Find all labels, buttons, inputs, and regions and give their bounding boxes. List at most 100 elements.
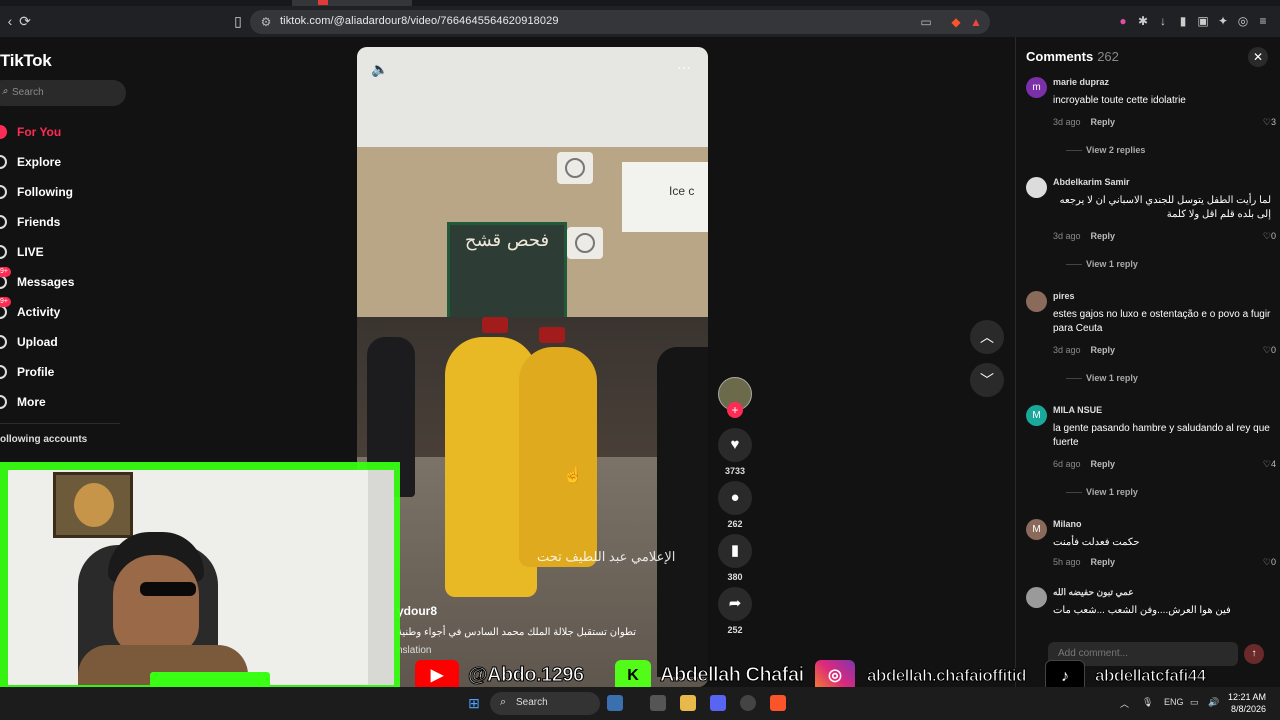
- sidebar-item-profile[interactable]: Profile: [0, 362, 125, 384]
- sidebar-item-explore[interactable]: Explore: [0, 152, 125, 174]
- sidebar-item-more[interactable]: More: [0, 392, 125, 414]
- file-explorer-icon[interactable]: [680, 695, 696, 711]
- next-video-button[interactable]: ﹀: [970, 363, 1004, 397]
- bell-icon: [0, 305, 7, 319]
- address-bar[interactable]: ⚙ tiktok.com/@aliadardour8/video/7664645…: [250, 10, 990, 34]
- notification-badge: 9+: [0, 267, 11, 277]
- sidebar-icon[interactable]: ▮: [1176, 14, 1190, 28]
- taskbar-app-icon[interactable]: [607, 695, 623, 711]
- comment-likes[interactable]: ♡0: [1263, 345, 1276, 356]
- task-view-icon[interactable]: [650, 695, 666, 711]
- video-description: تطوان تستقبل جلالة الملك محمد السادس في …: [397, 627, 636, 638]
- search-input[interactable]: ⌕ Search: [0, 80, 126, 106]
- close-comments-button[interactable]: ✕: [1248, 47, 1268, 67]
- avatar[interactable]: m: [1026, 77, 1047, 98]
- sidebar-item-live[interactable]: LIVE: [0, 242, 125, 264]
- browser-toolbar: ‹ ⟳ ▯ ⚙ tiktok.com/@aliadardour8/video/7…: [0, 0, 1280, 37]
- view-replies-button[interactable]: View 1 reply: [1066, 259, 1138, 269]
- see-translation-link[interactable]: nslation: [397, 645, 431, 656]
- comment-time: 3d ago: [1053, 117, 1081, 127]
- reply-button[interactable]: Reply: [1091, 557, 1116, 567]
- video-overlay-caption: الإعلامي عبد اللطيف تحت: [537, 549, 676, 564]
- microphone-icon[interactable]: 🎙: [1142, 697, 1153, 708]
- reload-icon[interactable]: ⟳: [17, 13, 33, 29]
- tab-strip: [0, 0, 1280, 6]
- comment-likes[interactable]: ♡3: [1263, 117, 1276, 128]
- taskbar-search[interactable]: ⌕ Search: [490, 692, 600, 715]
- vpn-icon[interactable]: ◎: [1236, 14, 1250, 28]
- download-icon[interactable]: ↓: [1156, 14, 1170, 28]
- wallet-icon[interactable]: ▣: [1196, 14, 1210, 28]
- sidebar-item-friends[interactable]: Friends: [0, 212, 125, 234]
- avatar[interactable]: [1026, 177, 1047, 198]
- windows-taskbar: ⊞ ⌕ Search ︿ 🎙 ENG ▭ 🔊 12:21 AM 8/8/2026: [0, 687, 1280, 720]
- discord-icon[interactable]: [710, 695, 726, 711]
- tray-expand-icon[interactable]: ︿: [1120, 697, 1129, 710]
- tiktok-logo[interactable]: TikTok: [0, 51, 52, 71]
- windows-start-icon[interactable]: ⊞: [466, 695, 482, 711]
- streamer-face: [113, 555, 199, 655]
- sidebar-item-for-you[interactable]: For You: [0, 122, 125, 144]
- send-comment-button[interactable]: ↑: [1244, 644, 1264, 664]
- sidebar-item-following[interactable]: Following: [0, 182, 125, 204]
- comment-likes[interactable]: ♡0: [1263, 231, 1276, 242]
- avatar[interactable]: [1026, 291, 1047, 312]
- sidebar-item-upload[interactable]: Upload: [0, 332, 125, 354]
- comment-author[interactable]: عمي تبون حفيضه الله: [1053, 587, 1134, 598]
- site-info-icon[interactable]: ⚙: [258, 14, 274, 30]
- brave-shield-icon[interactable]: ◆: [948, 14, 964, 30]
- video-player[interactable]: Ice c فحص قشح الإعلامي عبد اللطيف تحت 🔈 …: [357, 47, 708, 687]
- avatar[interactable]: M: [1026, 519, 1047, 540]
- upload-icon: [0, 335, 7, 349]
- brave-rewards-icon[interactable]: ▲: [968, 14, 984, 30]
- screen-cast-icon[interactable]: ▭: [918, 14, 934, 30]
- view-replies-button[interactable]: View 1 reply: [1066, 373, 1138, 383]
- following-accounts-heading: ollowing accounts: [0, 434, 88, 445]
- back-icon[interactable]: ‹: [2, 13, 18, 29]
- comment-button[interactable]: ● 262: [717, 481, 753, 529]
- obs-icon[interactable]: [740, 695, 756, 711]
- comment-author[interactable]: marie dupraz: [1053, 77, 1109, 87]
- bookmark-icon[interactable]: ▯: [230, 13, 246, 29]
- more-options-icon[interactable]: ⋯: [677, 59, 691, 76]
- volume-icon[interactable]: 🔈: [371, 61, 388, 78]
- active-tab[interactable]: [292, 0, 412, 6]
- share-button[interactable]: ➦ 252: [717, 587, 753, 635]
- reply-button[interactable]: Reply: [1091, 117, 1116, 127]
- compass-icon: [0, 155, 7, 169]
- view-replies-button[interactable]: View 2 replies: [1066, 145, 1145, 155]
- reply-button[interactable]: Reply: [1091, 459, 1116, 469]
- avatar[interactable]: [1026, 587, 1047, 608]
- menu-icon[interactable]: ≡: [1256, 14, 1270, 28]
- view-replies-button[interactable]: View 1 reply: [1066, 487, 1138, 497]
- comment-author[interactable]: Abdelkarim Samir: [1053, 177, 1130, 187]
- comment-likes[interactable]: ♡0: [1263, 557, 1276, 568]
- leo-icon[interactable]: ✦: [1216, 14, 1230, 28]
- reply-button[interactable]: Reply: [1091, 231, 1116, 241]
- follow-plus-icon[interactable]: +: [727, 402, 743, 418]
- extension-icon[interactable]: ●: [1116, 14, 1130, 28]
- extensions-puzzle-icon[interactable]: ✱: [1136, 14, 1150, 28]
- clock[interactable]: 12:21 AM 8/8/2026: [1228, 691, 1266, 715]
- comments-panel: Comments 262 ✕ m marie dupraz incroyable …: [1015, 37, 1280, 687]
- previous-video-button[interactable]: ︿: [970, 320, 1004, 354]
- like-button[interactable]: ♥ 3733: [717, 428, 753, 476]
- network-icon[interactable]: ▭: [1190, 697, 1199, 708]
- sidebar-item-activity[interactable]: 9+ Activity: [0, 297, 125, 324]
- sidebar-item-label: Explore: [17, 155, 62, 169]
- volume-icon[interactable]: 🔊: [1208, 697, 1219, 708]
- avatar[interactable]: M: [1026, 405, 1047, 426]
- save-button[interactable]: ▮ 380: [717, 534, 753, 582]
- sidebar-item-messages[interactable]: 9+ Messages: [0, 267, 125, 294]
- kick-handle: Abdellah Chafai: [660, 664, 805, 687]
- comment-author[interactable]: MILA NSUE: [1053, 405, 1102, 415]
- brave-browser-icon[interactable]: [770, 695, 786, 711]
- comment-text: incroyable toute cette idolatrie: [1053, 95, 1186, 106]
- video-author[interactable]: ydour8: [397, 604, 437, 618]
- comment-author[interactable]: pires: [1053, 291, 1075, 301]
- comment-author[interactable]: Milano: [1053, 519, 1082, 529]
- sidebar-item-label: LIVE: [17, 245, 44, 259]
- comment-likes[interactable]: ♡4: [1263, 459, 1276, 470]
- language-indicator[interactable]: ENG: [1164, 697, 1184, 707]
- reply-button[interactable]: Reply: [1091, 345, 1116, 355]
